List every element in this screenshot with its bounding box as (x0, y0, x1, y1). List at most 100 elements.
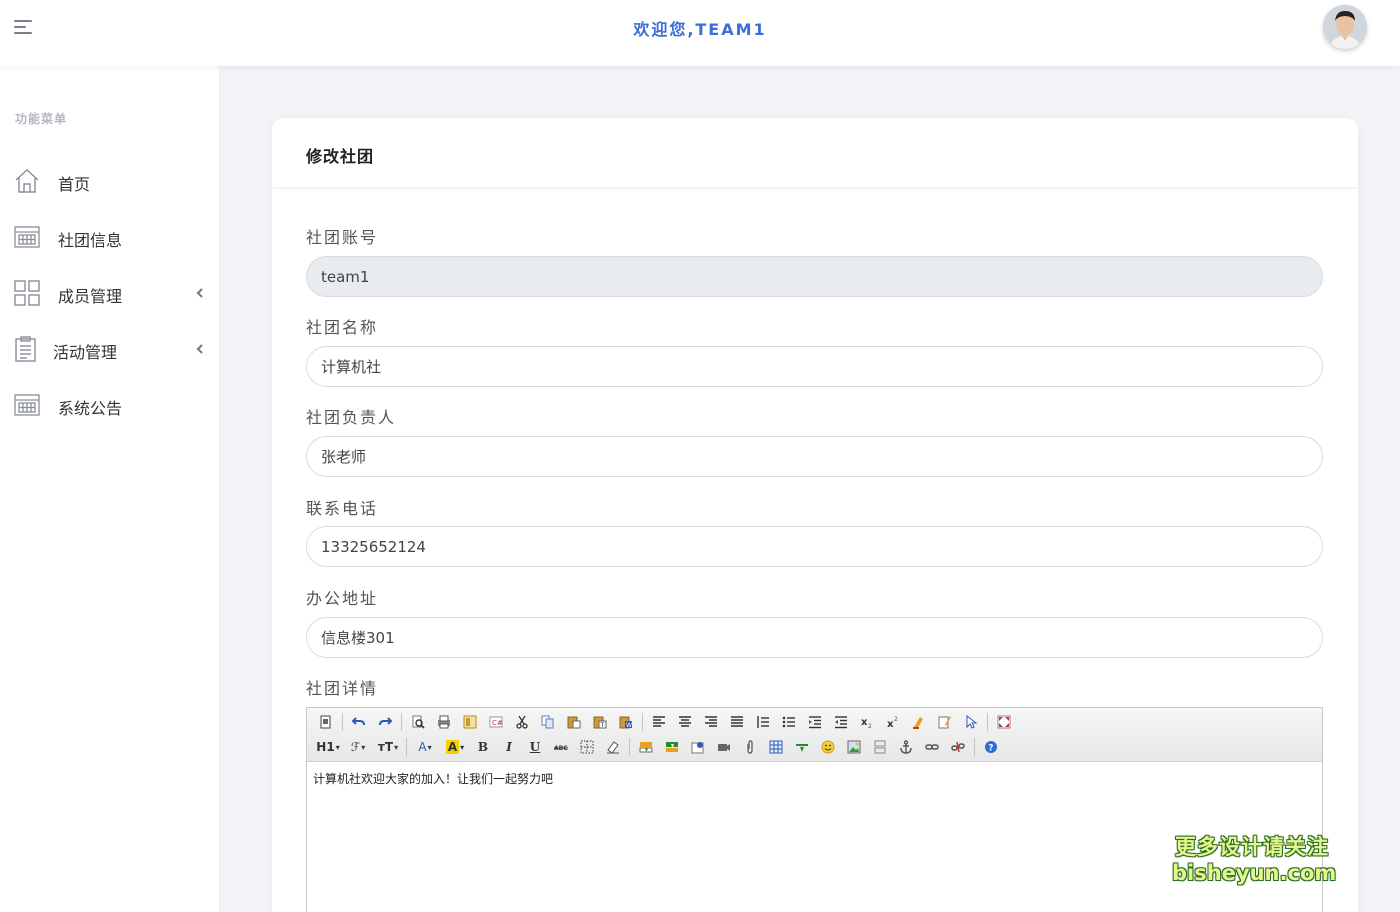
sidebar-item-activities[interactable]: 活动管理 (0, 326, 220, 372)
horizontal-rule-icon[interactable] (791, 737, 813, 757)
align-right-icon[interactable] (700, 712, 722, 732)
editor-toolbar: C# T W x2 x2 H1 ▾ ℱ ▾ тT ▾ A ▾ A ▾ B I U… (307, 708, 1322, 762)
heading-dropdown[interactable]: H1 ▾ (315, 737, 341, 757)
background-color-dropdown[interactable]: A ▾ (442, 737, 468, 757)
print-icon[interactable] (433, 712, 455, 732)
emoticon-icon[interactable] (817, 737, 839, 757)
svg-text:2: 2 (868, 723, 872, 729)
editor-content[interactable]: 计算机社欢迎大家的加入！让我们一起努力吧 (307, 763, 1322, 912)
table-icon[interactable] (765, 737, 787, 757)
border-icon[interactable] (576, 737, 598, 757)
top-header: 欢迎您,TEAM1 (0, 0, 1400, 66)
office-address-label: 办公地址 (306, 589, 379, 608)
svg-text:x: x (887, 719, 894, 729)
preview-icon[interactable] (407, 712, 429, 732)
map-icon[interactable] (687, 737, 709, 757)
unlink-icon[interactable] (947, 737, 969, 757)
underline-label: U (529, 740, 541, 754)
grid-icon (13, 279, 41, 307)
paste-text-icon[interactable]: T (589, 712, 611, 732)
phone-label: 联系电话 (306, 499, 379, 518)
help-icon[interactable]: ? (980, 737, 1002, 757)
align-left-icon[interactable] (648, 712, 670, 732)
font-family-dropdown[interactable]: ℱ ▾ (345, 737, 371, 757)
indent-icon[interactable] (804, 712, 826, 732)
watermark-line-2: bisheyun.com (1172, 861, 1337, 885)
home-icon (13, 167, 41, 195)
insert-row-icon[interactable] (635, 737, 657, 757)
club-account-field[interactable] (306, 256, 1323, 297)
font-color-dropdown[interactable]: A ▾ (412, 737, 438, 757)
calendar-icon (13, 223, 41, 251)
fullscreen-icon[interactable] (993, 712, 1015, 732)
chevron-left-icon (193, 341, 207, 355)
club-leader-label: 社团负责人 (306, 408, 397, 427)
align-center-icon[interactable] (674, 712, 696, 732)
superscript-icon[interactable]: x2 (882, 712, 904, 732)
watermark-line-1: 更多设计请关注 (1175, 835, 1329, 859)
anchor-icon[interactable] (895, 737, 917, 757)
template-icon[interactable] (459, 712, 481, 732)
welcome-text: 欢迎您,TEAM1 (633, 20, 767, 39)
clipboard-icon (13, 335, 41, 363)
sidebar-item-members[interactable]: 成员管理 (0, 270, 220, 316)
code-icon[interactable]: C# (485, 712, 507, 732)
sidebar-item-label: 首页 (58, 175, 91, 194)
align-justify-icon[interactable] (726, 712, 748, 732)
page-break-icon[interactable] (869, 737, 891, 757)
sidebar: 功能菜单 首页 社团信息 成员管理 活动管理 系统公告 (0, 66, 220, 912)
sidebar-item-label: 成员管理 (58, 287, 123, 306)
italic-button[interactable]: I (498, 737, 520, 757)
svg-text:x: x (861, 717, 868, 728)
card-header: 修改社团 (272, 118, 1358, 188)
link-icon[interactable] (921, 737, 943, 757)
phone-field[interactable] (306, 526, 1323, 567)
watermark: 更多设计请关注 bisheyun.com (1172, 834, 1337, 886)
office-address-field[interactable] (306, 617, 1323, 658)
cursor-icon[interactable] (960, 712, 982, 732)
bold-button[interactable]: B (472, 737, 494, 757)
sidebar-item-home[interactable]: 首页 (0, 158, 220, 204)
club-name-field[interactable] (306, 346, 1323, 387)
font-size-dropdown[interactable]: тT ▾ (375, 737, 401, 757)
club-name-label: 社团名称 (306, 318, 379, 337)
strikethrough-icon[interactable]: ABC (550, 737, 572, 757)
redo-icon[interactable] (374, 712, 396, 732)
avatar[interactable] (1323, 5, 1367, 49)
underline-button[interactable]: U (524, 737, 546, 757)
paste-icon[interactable] (563, 712, 585, 732)
video-icon[interactable] (713, 737, 735, 757)
sidebar-item-club-info[interactable]: 社团信息 (0, 214, 220, 260)
club-detail-label: 社团详情 (306, 679, 379, 698)
paste-word-icon[interactable]: W (615, 712, 637, 732)
page-title: 修改社团 (306, 147, 375, 166)
insert-column-icon[interactable] (661, 737, 683, 757)
ordered-list-icon[interactable] (752, 712, 774, 732)
clear-format-icon[interactable] (908, 712, 930, 732)
select-all-icon[interactable] (934, 712, 956, 732)
eraser-icon[interactable] (602, 737, 624, 757)
heading-label: H1 (316, 740, 335, 754)
sidebar-item-label: 社团信息 (58, 231, 123, 250)
outdent-icon[interactable] (830, 712, 852, 732)
svg-text:2: 2 (894, 716, 898, 723)
toolbar-row-2: H1▾ ℱ▾ тT▾ A▾ A▾ B I U ABC (315, 736, 1006, 758)
cut-icon[interactable] (511, 712, 533, 732)
source-icon[interactable] (315, 712, 337, 732)
sidebar-item-announcements[interactable]: 系统公告 (0, 382, 220, 428)
unordered-list-icon[interactable] (778, 712, 800, 732)
copy-icon[interactable] (537, 712, 559, 732)
bold-label: B (477, 740, 489, 754)
font-color-label: A (418, 740, 427, 754)
club-leader-field[interactable] (306, 436, 1323, 477)
subscript-icon[interactable]: x2 (856, 712, 878, 732)
undo-icon[interactable] (348, 712, 370, 732)
svg-text:?: ? (988, 744, 993, 754)
attachment-icon[interactable] (739, 737, 761, 757)
edit-club-card: 修改社团 社团账号 社团名称 社团负责人 联系电话 办公地址 社团详情 C# (272, 118, 1358, 912)
chevron-left-icon (193, 285, 207, 299)
image-icon[interactable] (843, 737, 865, 757)
rich-text-editor: C# T W x2 x2 H1 ▾ ℱ ▾ тT ▾ A ▾ A ▾ B I U… (306, 707, 1323, 912)
italic-label: I (506, 740, 512, 754)
club-account-label: 社团账号 (306, 228, 379, 247)
